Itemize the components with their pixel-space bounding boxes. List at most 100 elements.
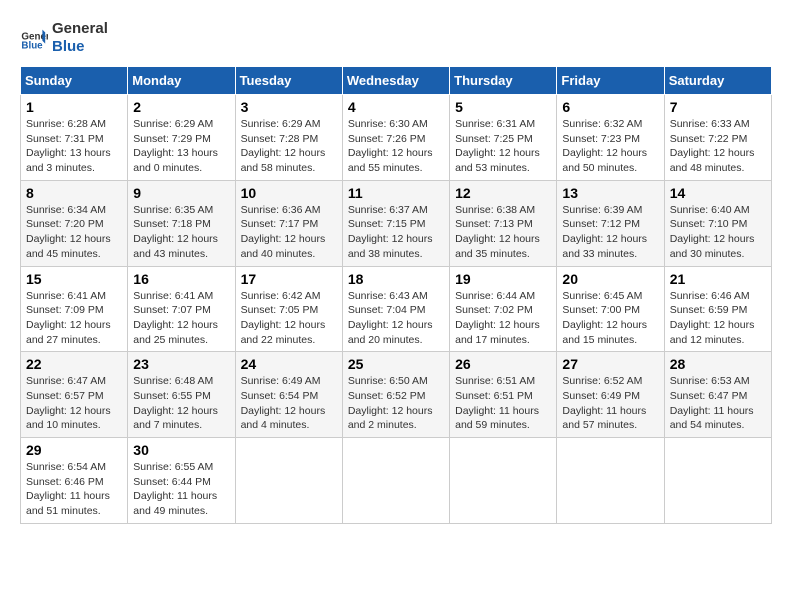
day-number: 21 xyxy=(670,271,766,287)
day-info: Sunrise: 6:34 AMSunset: 7:20 PMDaylight:… xyxy=(26,203,122,262)
day-number: 1 xyxy=(26,99,122,115)
calendar-cell: 30Sunrise: 6:55 AMSunset: 6:44 PMDayligh… xyxy=(128,438,235,524)
calendar-cell: 19 Sunrise: 6:44 AMSunset: 7:02 PMDayligh… xyxy=(450,266,557,352)
weekday-header-tuesday: Tuesday xyxy=(235,67,342,95)
day-info: Sunrise: 6:30 AMSunset: 7:26 PMDaylight:… xyxy=(348,117,444,176)
calendar-cell: 13 Sunrise: 6:39 AMSunset: 7:12 PMDayligh… xyxy=(557,180,664,266)
day-number: 15 xyxy=(26,271,122,287)
day-number: 20 xyxy=(562,271,658,287)
day-info: Sunrise: 6:50 AMSunset: 6:52 PMDaylight:… xyxy=(348,374,444,433)
day-number: 3 xyxy=(241,99,337,115)
day-info: Sunrise: 6:38 AMSunset: 7:13 PMDaylight:… xyxy=(455,203,551,262)
day-number: 19 xyxy=(455,271,551,287)
day-info: Sunrise: 6:43 AMSunset: 7:04 PMDaylight:… xyxy=(348,289,444,348)
calendar-cell: 22Sunrise: 6:47 AMSunset: 6:57 PMDayligh… xyxy=(21,352,128,438)
day-number: 6 xyxy=(562,99,658,115)
calendar-cell: 24Sunrise: 6:49 AMSunset: 6:54 PMDayligh… xyxy=(235,352,342,438)
logo-icon: General Blue xyxy=(20,24,48,52)
day-info: Sunrise: 6:54 AMSunset: 6:46 PMDaylight:… xyxy=(26,460,122,519)
day-number: 28 xyxy=(670,356,766,372)
day-info: Sunrise: 6:46 AMSunset: 6:59 PMDaylight:… xyxy=(670,289,766,348)
calendar-week-row: 29 Sunrise: 6:54 AMSunset: 6:46 PMDayligh… xyxy=(21,438,772,524)
day-info: Sunrise: 6:44 AMSunset: 7:02 PMDaylight:… xyxy=(455,289,551,348)
calendar-cell: 10 Sunrise: 6:36 AMSunset: 7:17 PMDayligh… xyxy=(235,180,342,266)
day-info: Sunrise: 6:52 AMSunset: 6:49 PMDaylight:… xyxy=(562,374,658,433)
day-number: 11 xyxy=(348,185,444,201)
day-info: Sunrise: 6:36 AMSunset: 7:17 PMDaylight:… xyxy=(241,203,337,262)
calendar-cell: 2 Sunrise: 6:29 AMSunset: 7:29 PMDaylight… xyxy=(128,95,235,181)
calendar-cell: 18 Sunrise: 6:43 AMSunset: 7:04 PMDayligh… xyxy=(342,266,449,352)
calendar-cell: 4 Sunrise: 6:30 AMSunset: 7:26 PMDaylight… xyxy=(342,95,449,181)
calendar-cell: 8 Sunrise: 6:34 AMSunset: 7:20 PMDaylight… xyxy=(21,180,128,266)
calendar-cell: 17Sunrise: 6:42 AMSunset: 7:05 PMDayligh… xyxy=(235,266,342,352)
day-info: Sunrise: 6:40 AMSunset: 7:10 PMDaylight:… xyxy=(670,203,766,262)
weekday-header-row: SundayMondayTuesdayWednesdayThursdayFrid… xyxy=(21,67,772,95)
day-number: 12 xyxy=(455,185,551,201)
calendar-cell: 5 Sunrise: 6:31 AMSunset: 7:25 PMDaylight… xyxy=(450,95,557,181)
header: General Blue General Blue xyxy=(20,20,772,56)
calendar-cell: 14Sunrise: 6:40 AMSunset: 7:10 PMDayligh… xyxy=(664,180,771,266)
svg-text:Blue: Blue xyxy=(21,41,43,52)
day-info: Sunrise: 6:53 AMSunset: 6:47 PMDaylight:… xyxy=(670,374,766,433)
day-info: Sunrise: 6:35 AMSunset: 7:18 PMDaylight:… xyxy=(133,203,229,262)
day-number: 25 xyxy=(348,356,444,372)
day-number: 29 xyxy=(26,442,122,458)
calendar-cell: 9Sunrise: 6:35 AMSunset: 7:18 PMDaylight… xyxy=(128,180,235,266)
day-number: 10 xyxy=(241,185,337,201)
day-number: 26 xyxy=(455,356,551,372)
calendar-cell xyxy=(235,438,342,524)
day-number: 16 xyxy=(133,271,229,287)
weekday-header-saturday: Saturday xyxy=(664,67,771,95)
day-number: 8 xyxy=(26,185,122,201)
logo: General Blue General Blue xyxy=(20,20,108,56)
calendar-cell: 3 Sunrise: 6:29 AMSunset: 7:28 PMDaylight… xyxy=(235,95,342,181)
day-info: Sunrise: 6:41 AMSunset: 7:07 PMDaylight:… xyxy=(133,289,229,348)
day-number: 22 xyxy=(26,356,122,372)
day-info: Sunrise: 6:49 AMSunset: 6:54 PMDaylight:… xyxy=(241,374,337,433)
day-number: 4 xyxy=(348,99,444,115)
calendar-cell: 26 Sunrise: 6:51 AMSunset: 6:51 PMDayligh… xyxy=(450,352,557,438)
day-info: Sunrise: 6:51 AMSunset: 6:51 PMDaylight:… xyxy=(455,374,551,433)
day-info: Sunrise: 6:29 AMSunset: 7:28 PMDaylight:… xyxy=(241,117,337,176)
day-info: Sunrise: 6:41 AMSunset: 7:09 PMDaylight:… xyxy=(26,289,122,348)
day-number: 18 xyxy=(348,271,444,287)
calendar-cell: 16 Sunrise: 6:41 AMSunset: 7:07 PMDayligh… xyxy=(128,266,235,352)
calendar-cell: 20 Sunrise: 6:45 AMSunset: 7:00 PMDayligh… xyxy=(557,266,664,352)
weekday-header-monday: Monday xyxy=(128,67,235,95)
day-number: 17 xyxy=(241,271,337,287)
calendar-week-row: 1Sunrise: 6:28 AMSunset: 7:31 PMDaylight… xyxy=(21,95,772,181)
day-info: Sunrise: 6:31 AMSunset: 7:25 PMDaylight:… xyxy=(455,117,551,176)
day-number: 5 xyxy=(455,99,551,115)
day-number: 13 xyxy=(562,185,658,201)
day-info: Sunrise: 6:29 AMSunset: 7:29 PMDaylight:… xyxy=(133,117,229,176)
day-number: 2 xyxy=(133,99,229,115)
weekday-header-friday: Friday xyxy=(557,67,664,95)
calendar-cell: 12 Sunrise: 6:38 AMSunset: 7:13 PMDayligh… xyxy=(450,180,557,266)
calendar-cell: 27Sunrise: 6:52 AMSunset: 6:49 PMDayligh… xyxy=(557,352,664,438)
day-info: Sunrise: 6:39 AMSunset: 7:12 PMDaylight:… xyxy=(562,203,658,262)
calendar-cell xyxy=(450,438,557,524)
day-number: 7 xyxy=(670,99,766,115)
calendar-cell: 28 Sunrise: 6:53 AMSunset: 6:47 PMDayligh… xyxy=(664,352,771,438)
calendar-cell xyxy=(664,438,771,524)
calendar-cell: 11Sunrise: 6:37 AMSunset: 7:15 PMDayligh… xyxy=(342,180,449,266)
logo-text-block: General Blue xyxy=(52,20,108,56)
calendar-cell: 29 Sunrise: 6:54 AMSunset: 6:46 PMDayligh… xyxy=(21,438,128,524)
weekday-header-wednesday: Wednesday xyxy=(342,67,449,95)
calendar-cell xyxy=(557,438,664,524)
day-info: Sunrise: 6:33 AMSunset: 7:22 PMDaylight:… xyxy=(670,117,766,176)
calendar-cell: 25 Sunrise: 6:50 AMSunset: 6:52 PMDayligh… xyxy=(342,352,449,438)
day-number: 23 xyxy=(133,356,229,372)
day-info: Sunrise: 6:55 AMSunset: 6:44 PMDaylight:… xyxy=(133,460,229,519)
calendar-cell: 15 Sunrise: 6:41 AMSunset: 7:09 PMDayligh… xyxy=(21,266,128,352)
day-info: Sunrise: 6:32 AMSunset: 7:23 PMDaylight:… xyxy=(562,117,658,176)
calendar-cell: 1Sunrise: 6:28 AMSunset: 7:31 PMDaylight… xyxy=(21,95,128,181)
day-info: Sunrise: 6:45 AMSunset: 7:00 PMDaylight:… xyxy=(562,289,658,348)
calendar-week-row: 22Sunrise: 6:47 AMSunset: 6:57 PMDayligh… xyxy=(21,352,772,438)
calendar-cell xyxy=(342,438,449,524)
calendar-week-row: 15 Sunrise: 6:41 AMSunset: 7:09 PMDayligh… xyxy=(21,266,772,352)
day-info: Sunrise: 6:48 AMSunset: 6:55 PMDaylight:… xyxy=(133,374,229,433)
weekday-header-sunday: Sunday xyxy=(21,67,128,95)
calendar-cell: 21 Sunrise: 6:46 AMSunset: 6:59 PMDayligh… xyxy=(664,266,771,352)
calendar-table: SundayMondayTuesdayWednesdayThursdayFrid… xyxy=(20,66,772,524)
